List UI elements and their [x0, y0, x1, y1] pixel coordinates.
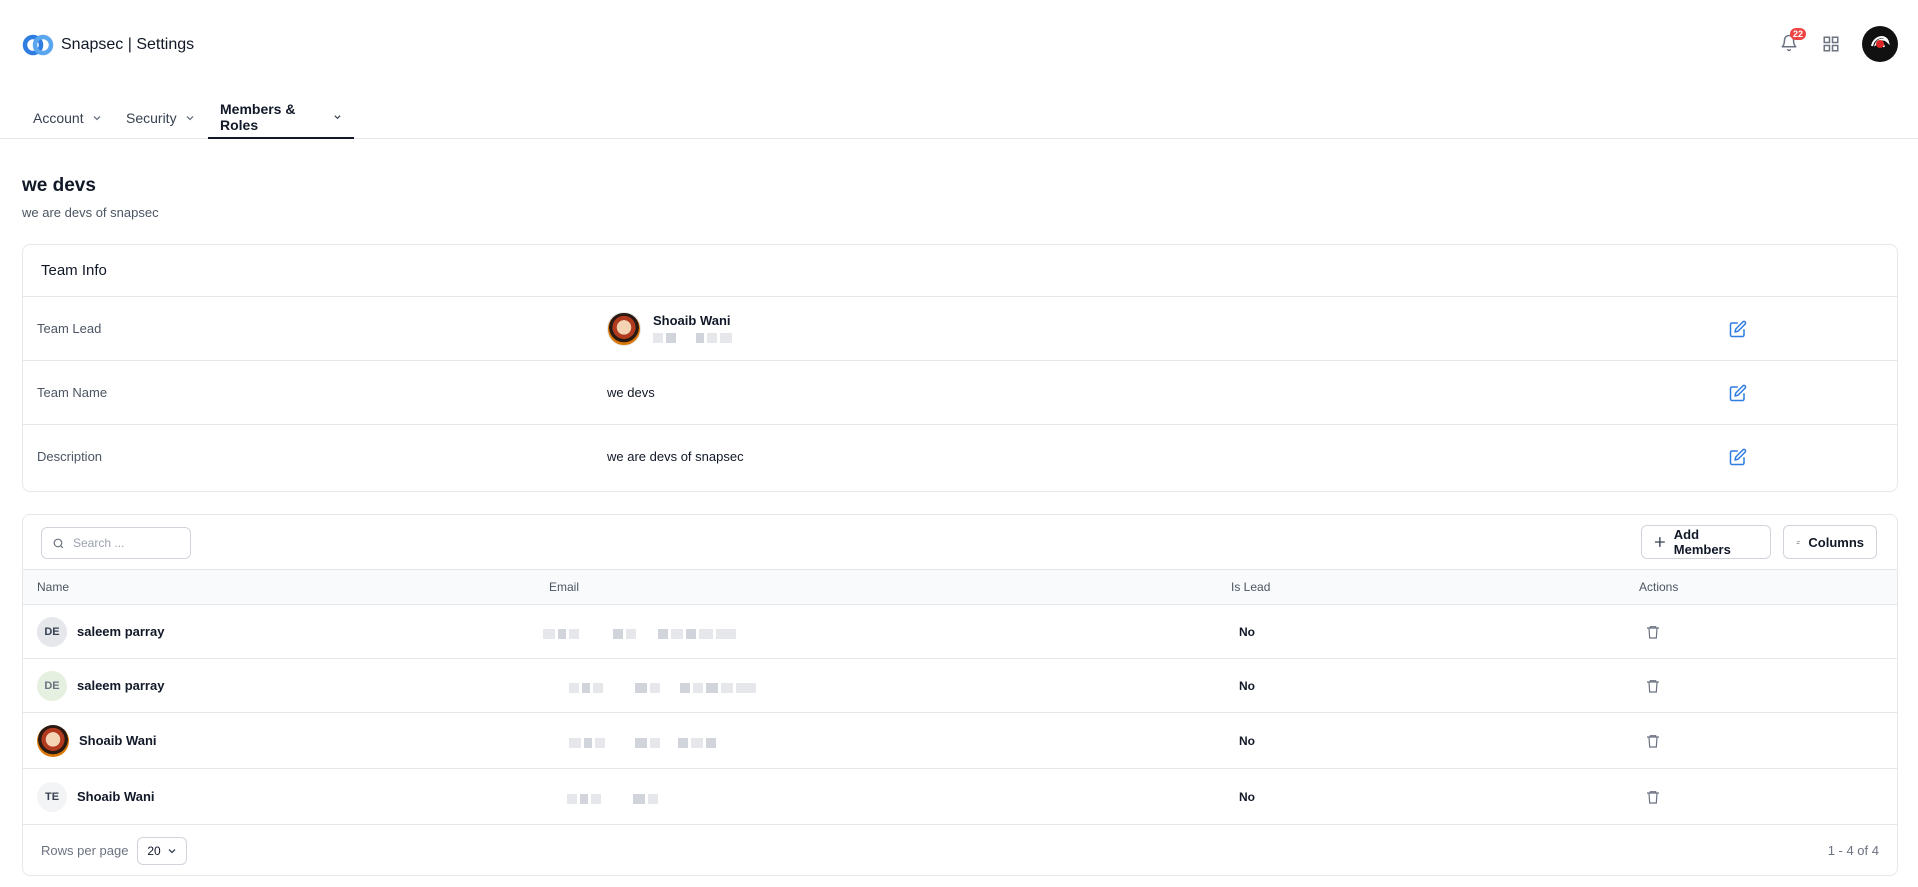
member-avatar: DE — [37, 670, 67, 701]
member-name: Shoaib Wani — [79, 733, 157, 748]
pagination-range: 1 - 4 of 4 — [1827, 842, 1879, 858]
search-box[interactable] — [41, 527, 191, 559]
team-name-value: we devs — [607, 385, 655, 400]
edit-description-icon[interactable] — [1729, 448, 1747, 466]
table-row: DE saleem parray No — [23, 659, 1897, 713]
notification-badge: 22 — [1790, 28, 1806, 40]
plus-icon — [1654, 537, 1665, 547]
snapsec-logo-icon[interactable] — [22, 30, 54, 60]
redacted-email — [543, 605, 736, 658]
team-info-card: Team Info Team Lead Shoaib Wani Team Nam… — [22, 244, 1898, 492]
trash-icon — [1647, 625, 1659, 639]
member-name-cell: TE Shoaib Wani — [37, 769, 155, 824]
columns-button[interactable]: Columns — [1783, 525, 1877, 559]
redacted-email — [567, 769, 658, 824]
trash-icon — [1647, 734, 1659, 748]
chevron-down-icon — [168, 849, 176, 854]
members-toolbar: Add Members Columns — [23, 515, 1897, 569]
tab-account[interactable]: Account — [33, 96, 102, 139]
member-name: Shoaib Wani — [77, 789, 155, 804]
team-lead-label: Team Lead — [37, 321, 102, 336]
trash-icon — [1647, 679, 1659, 693]
apps-grid-icon[interactable] — [1822, 35, 1840, 53]
user-avatar-icon — [1871, 36, 1890, 48]
user-avatar[interactable] — [1862, 26, 1898, 62]
description-row: Description we are devs of snapsec — [23, 425, 1897, 488]
tab-label: Security — [126, 109, 177, 126]
settings-tabs: Account Security Members & Roles — [0, 96, 1918, 139]
table-row: Shoaib Wani No — [23, 713, 1897, 769]
add-members-button[interactable]: Add Members — [1641, 525, 1771, 559]
edit-team-name-icon[interactable] — [1729, 384, 1747, 402]
columns-label: Columns — [1808, 534, 1864, 550]
notifications-button[interactable]: 22 — [1780, 28, 1806, 54]
tab-security[interactable]: Security — [126, 96, 195, 139]
rows-per-page-value: 20 — [147, 844, 161, 858]
delete-member-button[interactable] — [1645, 713, 1661, 768]
chevron-down-icon — [186, 115, 194, 120]
member-avatar: DE — [37, 616, 67, 647]
table-row: TE Shoaib Wani No — [23, 769, 1897, 825]
tab-members-roles[interactable]: Members & Roles — [208, 96, 354, 139]
app-header: Snapsec | Settings 22 — [0, 0, 1918, 90]
member-name-cell: DE saleem parray — [37, 659, 164, 712]
column-header-email[interactable]: Email — [549, 570, 579, 604]
member-name-cell: DE saleem parray — [37, 605, 164, 658]
member-avatar-photo — [37, 724, 69, 757]
rows-per-page-label: Rows per page — [41, 842, 129, 858]
column-header-is-lead[interactable]: Is Lead — [1231, 570, 1270, 604]
team-lead-name: Shoaib Wani — [653, 313, 731, 328]
redacted-email — [569, 659, 756, 712]
members-table-card: Add Members Columns Name Email Is Lead A… — [22, 514, 1898, 876]
delete-member-button[interactable] — [1645, 605, 1661, 658]
table-row: DE saleem parray No — [23, 605, 1897, 659]
member-name: saleem parray — [77, 624, 165, 639]
team-lead-avatar — [607, 311, 641, 346]
is-lead-value: No — [1239, 789, 1255, 804]
header-actions: 22 — [1780, 26, 1898, 62]
edit-team-lead-icon[interactable] — [1729, 320, 1747, 338]
is-lead-value: No — [1239, 678, 1255, 693]
table-header: Name Email Is Lead Actions — [23, 569, 1897, 605]
column-header-name[interactable]: Name — [37, 570, 69, 604]
member-avatar: TE — [37, 781, 67, 812]
page-subtitle: we are devs of snapsec — [22, 205, 159, 220]
tab-label: Account — [33, 109, 84, 126]
member-name: saleem parray — [77, 678, 165, 693]
is-lead-value: No — [1239, 733, 1255, 748]
is-lead-value: No — [1239, 624, 1255, 639]
team-info-title: Team Info — [23, 245, 1897, 297]
search-icon — [53, 538, 64, 548]
chevron-down-icon — [93, 115, 101, 120]
team-name-label: Team Name — [37, 385, 108, 400]
team-lead-value: Shoaib Wani — [607, 297, 732, 360]
search-input[interactable] — [73, 536, 173, 550]
table-footer: Rows per page 20 1 - 4 of 4 — [23, 825, 1897, 875]
team-lead-row: Team Lead Shoaib Wani — [23, 297, 1897, 361]
app-title: Snapsec | Settings — [61, 36, 195, 53]
rows-per-page-select[interactable]: 20 — [137, 837, 187, 865]
member-name-cell: Shoaib Wani — [37, 713, 157, 768]
page-title: we devs — [22, 175, 96, 196]
trash-icon — [1647, 790, 1659, 804]
tab-label: Members & Roles — [220, 100, 296, 133]
column-header-actions: Actions — [1639, 580, 1679, 594]
chevron-down-icon — [334, 114, 341, 119]
description-value: we are devs of snapsec — [607, 449, 744, 464]
add-members-label: Add Members — [1673, 527, 1731, 557]
redacted-email — [569, 713, 716, 768]
description-label: Description — [37, 449, 103, 464]
delete-member-button[interactable] — [1645, 769, 1661, 824]
delete-member-button[interactable] — [1645, 659, 1661, 712]
team-name-row: Team Name we devs — [23, 361, 1897, 425]
sliders-icon — [1796, 540, 1800, 544]
redacted-email — [653, 332, 732, 344]
